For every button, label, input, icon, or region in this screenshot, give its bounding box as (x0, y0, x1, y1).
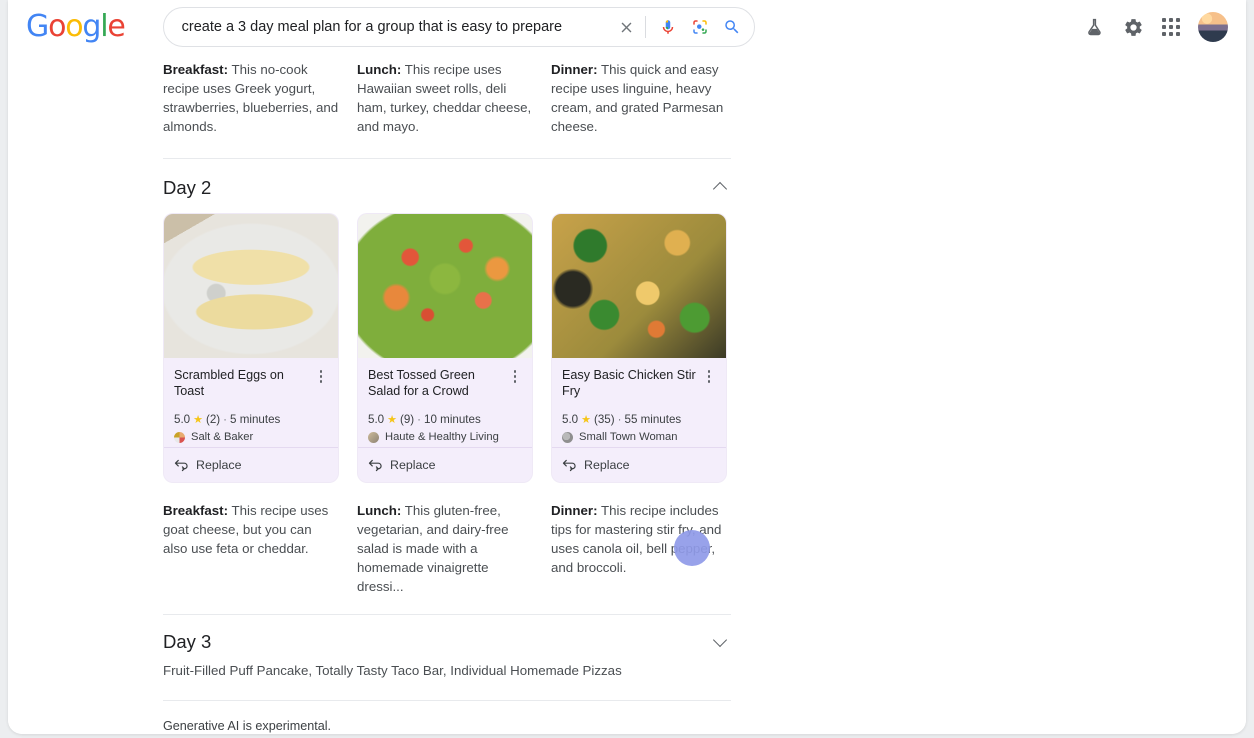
meta-separator: · (617, 413, 622, 426)
microphone-icon[interactable] (652, 18, 684, 36)
meal-label: Lunch: (357, 62, 402, 77)
logo-letter: g (82, 9, 101, 44)
recipe-card-body: Easy Basic Chicken Stir Fry 5.0 ★ (35) ·… (552, 358, 726, 447)
recipe-source: Haute & Healthy Living (368, 431, 522, 443)
star-icon: ★ (193, 414, 203, 426)
replace-button[interactable]: Replace (358, 447, 532, 482)
recipe-image (358, 214, 532, 358)
recipe-title: Best Tossed Green Salad for a Crowd (368, 368, 475, 398)
recipe-card-body: Best Tossed Green Salad for a Crowd 5.0 … (358, 358, 532, 447)
day1-lunch-desc: Lunch: This recipe uses Hawaiian sweet r… (357, 60, 533, 136)
recipe-title: Scrambled Eggs on Toast (174, 368, 284, 398)
day1-descriptions: Breakfast: This no-cook recipe uses Gree… (8, 60, 1246, 136)
replace-label: Replace (196, 458, 242, 472)
search-submit-icon[interactable] (716, 18, 748, 36)
logo-letter: G (26, 9, 49, 44)
day2-descriptions: Breakfast: This recipe uses goat cheese,… (8, 501, 1246, 596)
day1-dinner-desc: Dinner: This quick and easy recipe uses … (551, 60, 727, 136)
gear-icon[interactable] (1123, 17, 1144, 38)
recipe-card-body: Scrambled Eggs on Toast 5.0 ★ (2) · 5 mi… (164, 358, 338, 447)
day2-title: Day 2 (163, 177, 212, 198)
recipe-card[interactable]: Easy Basic Chicken Stir Fry 5.0 ★ (35) ·… (551, 213, 727, 483)
recipe-review-count: (2) (206, 413, 221, 426)
recipe-meta: 5.0 ★ (35) · 55 minutes (562, 413, 716, 426)
cursor-indicator (674, 530, 710, 566)
recipe-card[interactable]: Scrambled Eggs on Toast 5.0 ★ (2) · 5 mi… (163, 213, 339, 483)
day2-lunch-desc: Lunch: This gluten-free, vegetarian, and… (357, 501, 533, 596)
source-name: Salt & Baker (191, 431, 254, 443)
recipe-time: 10 minutes (424, 413, 481, 426)
source-name: Haute & Healthy Living (385, 431, 499, 443)
meal-label: Lunch: (357, 503, 402, 518)
recipe-image (552, 214, 726, 358)
kebab-menu-icon[interactable] (702, 367, 716, 383)
recipe-review-count: (9) (400, 413, 415, 426)
recipe-image (164, 214, 338, 358)
replace-arrow-icon (562, 459, 576, 472)
replace-arrow-icon (174, 459, 188, 472)
recipe-card[interactable]: Best Tossed Green Salad for a Crowd 5.0 … (357, 213, 533, 483)
source-favicon-icon (174, 431, 185, 443)
ai-overview-panel: Breakfast: This no-cook recipe uses Gree… (8, 54, 1246, 734)
recipe-time: 5 minutes (230, 413, 281, 426)
meta-separator: · (223, 413, 228, 426)
google-logo[interactable]: Google (26, 9, 126, 44)
logo-letter: e (107, 9, 125, 44)
meal-label: Dinner: (551, 503, 598, 518)
search-divider (644, 16, 646, 38)
chevron-down-icon[interactable] (711, 632, 731, 652)
clear-search-icon[interactable] (611, 19, 643, 36)
recipe-source: Small Town Woman (562, 431, 716, 443)
day2-recipe-cards: Scrambled Eggs on Toast 5.0 ★ (2) · 5 mi… (163, 213, 731, 483)
chevron-up-icon[interactable] (711, 178, 731, 198)
apps-grid-icon[interactable] (1162, 18, 1180, 36)
labs-flask-icon[interactable] (1084, 17, 1105, 38)
replace-label: Replace (390, 458, 436, 472)
day3-summary: Fruit-Filled Puff Pancake, Totally Tasty… (163, 663, 622, 678)
recipe-source: Salt & Baker (174, 431, 328, 443)
meal-label: Breakfast: (163, 62, 229, 77)
replace-label: Replace (584, 458, 630, 472)
source-favicon-icon (368, 431, 379, 443)
recipe-rating: 5.0 (174, 413, 191, 426)
meal-label: Dinner: (551, 62, 598, 77)
results-inner: Breakfast: This no-cook recipe uses Gree… (8, 54, 1246, 734)
logo-letter: o (48, 9, 66, 44)
browser-window: Google create a 3 day meal plan for a gr… (8, 0, 1246, 734)
recipe-review-count: (35) (594, 413, 615, 426)
source-name: Small Town Woman (579, 431, 678, 443)
recipe-time: 55 minutes (624, 413, 682, 426)
kebab-menu-icon[interactable] (314, 367, 328, 383)
ai-disclaimer: Generative AI is experimental. (163, 719, 331, 733)
star-icon: ★ (387, 414, 397, 426)
kebab-menu-icon[interactable] (508, 367, 522, 383)
replace-arrow-icon (368, 459, 382, 472)
recipe-meta: 5.0 ★ (2) · 5 minutes (174, 413, 328, 426)
day3-title: Day 3 (163, 631, 212, 652)
meta-separator: · (417, 413, 422, 426)
day2-breakfast-desc: Breakfast: This recipe uses goat cheese,… (163, 501, 339, 596)
google-lens-icon[interactable] (684, 18, 716, 36)
day1-breakfast-desc: Breakfast: This no-cook recipe uses Gree… (163, 60, 339, 136)
search-bar[interactable] (162, 7, 755, 47)
search-input[interactable] (163, 19, 611, 35)
search-header: Google (8, 0, 1246, 54)
day3-header[interactable]: Day 3 (163, 631, 731, 653)
recipe-rating: 5.0 (368, 413, 385, 426)
star-icon: ★ (581, 414, 591, 426)
recipe-meta: 5.0 ★ (9) · 10 minutes (368, 413, 522, 426)
logo-letter: o (65, 9, 83, 44)
header-actions (1084, 12, 1246, 42)
source-favicon-icon (562, 431, 573, 443)
recipe-title: Easy Basic Chicken Stir Fry (562, 368, 696, 398)
replace-button[interactable]: Replace (552, 447, 726, 482)
recipe-rating: 5.0 (562, 413, 579, 426)
avatar[interactable] (1198, 12, 1228, 42)
meal-label: Breakfast: (163, 503, 229, 518)
replace-button[interactable]: Replace (164, 447, 338, 482)
day2-header[interactable]: Day 2 (163, 177, 731, 199)
